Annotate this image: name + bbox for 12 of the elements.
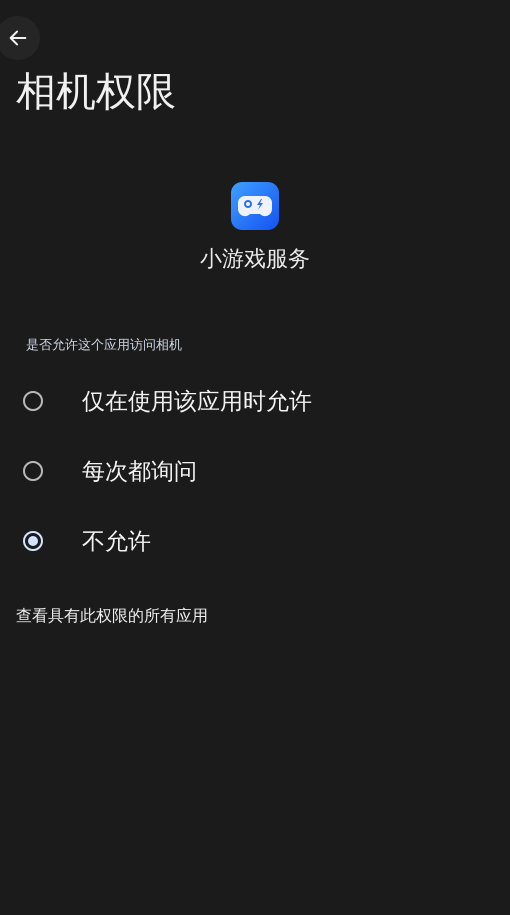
- radio-button[interactable]: [23, 391, 43, 411]
- option-label: 每次都询问: [82, 458, 197, 486]
- back-button[interactable]: [0, 16, 40, 60]
- app-name: 小游戏服务: [200, 246, 310, 274]
- option-label: 仅在使用该应用时允许: [82, 388, 312, 416]
- option-label: 不允许: [82, 528, 151, 556]
- permission-question: 是否允许这个应用访问相机: [26, 337, 182, 354]
- radio-button[interactable]: [23, 461, 43, 481]
- gamepad-app-icon: [231, 182, 279, 230]
- all-apps-link[interactable]: 查看具有此权限的所有应用: [16, 606, 208, 627]
- radio-button[interactable]: [23, 531, 43, 551]
- page-title: 相机权限: [16, 68, 176, 117]
